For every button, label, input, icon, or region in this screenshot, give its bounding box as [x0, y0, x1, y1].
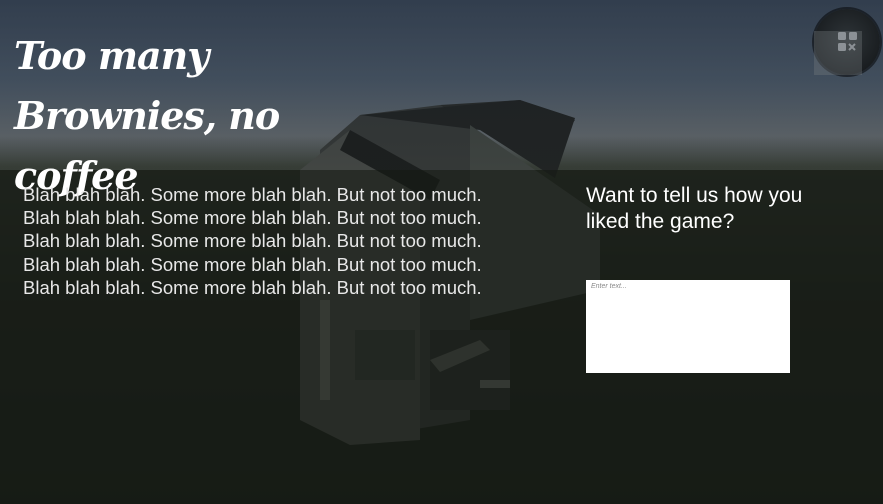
body-line: Blah blah blah. Some more blah blah. But…: [23, 230, 482, 252]
body-line: Blah blah blah. Some more blah blah. But…: [23, 184, 482, 205]
body-line: Blah blah blah. Some more blah blah. But…: [23, 276, 482, 298]
body-text: Blah blah blah. Some more blah blah. But…: [23, 183, 563, 299]
settings-button[interactable]: [814, 9, 880, 75]
body-line: Blah blah blah. Some more blah blah. But…: [23, 253, 482, 275]
settings-icon: [838, 32, 857, 51]
body-line: Blah blah blah. Some more blah blah. But…: [23, 207, 482, 229]
title-line-1: Too many: [14, 33, 209, 78]
feedback-input[interactable]: [586, 280, 790, 373]
feedback-prompt: Want to tell us how you liked the game?: [586, 184, 803, 233]
game-title: Too many Brownies, no coffee: [14, 26, 374, 206]
